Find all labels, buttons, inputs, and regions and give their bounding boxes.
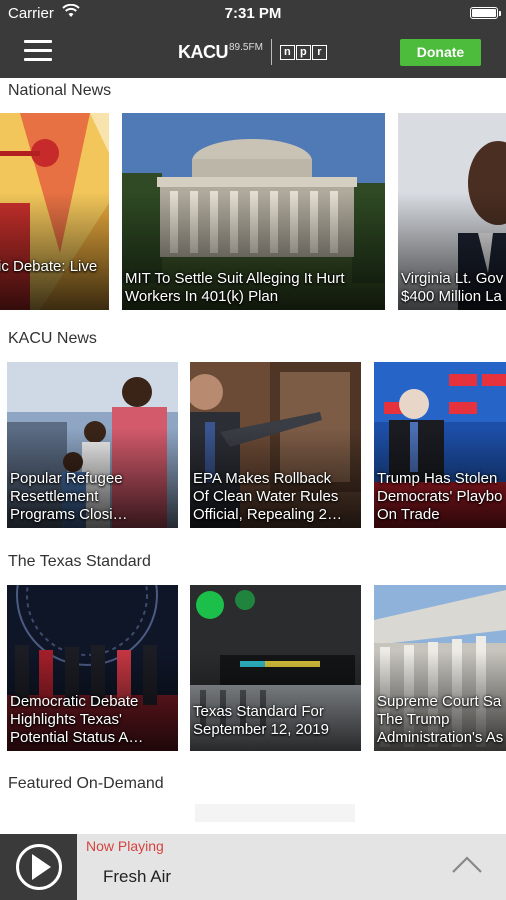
news-card[interactable]: EPA Makes Rollback Of Clean Water Rules …	[190, 362, 361, 528]
news-card-title: Democratic Debate	[10, 693, 139, 710]
news-card-title: September 12, 2019	[193, 721, 329, 738]
news-card-title: $400 Million La	[401, 288, 502, 305]
logo-text: KACU	[178, 41, 229, 62]
logo-frequency: 89.5FM	[229, 42, 263, 53]
donate-button[interactable]: Donate	[400, 39, 481, 66]
news-card-title: Programs Closi…	[10, 506, 128, 523]
news-card[interactable]: Democratic Debate Highlights Texas' Pote…	[7, 585, 178, 751]
news-card-title: Highlights Texas'	[10, 711, 122, 728]
news-card-title: Virginia Lt. Gov	[401, 270, 504, 287]
news-card-title: EPA Makes Rollback	[193, 470, 332, 487]
npr-letter: n	[279, 44, 295, 60]
now-playing-title: Fresh Air	[103, 867, 172, 886]
news-card-title: Potential Status A…	[10, 729, 144, 746]
status-bar: Carrier 7:31 PM	[0, 0, 506, 28]
status-time: 7:31 PM	[224, 5, 282, 22]
news-card-title: Of Clean Water Rules	[193, 488, 339, 505]
news-card-title: Popular Refugee	[10, 470, 123, 487]
chevron-up-icon[interactable]	[452, 854, 482, 874]
battery-icon	[470, 7, 501, 19]
section-title-national-news: National News	[8, 82, 112, 99]
station-logo: KACU 89.5FM n p r	[178, 39, 327, 65]
news-card-title: Official, Repealing 2…	[193, 506, 342, 523]
news-card[interactable]: ic Debate: Live	[0, 113, 109, 310]
news-card-title: Resettlement	[10, 488, 99, 505]
section-title-kacu-news: KACU News	[8, 330, 97, 347]
section-title-texas-standard: The Texas Standard	[8, 553, 151, 570]
news-card-title: Supreme Court Sa	[377, 693, 502, 710]
now-playing-bar[interactable]: Now Playing Fresh Air	[0, 834, 506, 900]
news-card-title: Trump Has Stolen	[377, 470, 498, 487]
news-card-title: Administration's As	[377, 729, 504, 746]
news-card-title: MIT To Settle Suit Alleging It Hurt	[125, 270, 345, 287]
npr-letter: r	[311, 44, 327, 60]
logo-divider	[270, 39, 272, 65]
app-header: Carrier 7:31 PM KACU 89.5FM n p r Donate	[0, 0, 506, 78]
featured-placeholder	[195, 804, 355, 822]
news-card[interactable]: Trump Has Stolen Democrats' Playbo On Tr…	[374, 362, 506, 528]
section-title-featured-on-demand: Featured On-Demand	[8, 775, 164, 792]
npr-logo: n p r	[279, 44, 327, 60]
news-card[interactable]: MIT To Settle Suit Alleging It Hurt Work…	[122, 113, 385, 310]
hamburger-menu-icon[interactable]	[24, 40, 52, 62]
news-card-title: Texas Standard For	[193, 703, 324, 720]
news-card-title: Workers In 401(k) Plan	[125, 288, 279, 305]
news-card[interactable]: Texas Standard For September 12, 2019	[190, 585, 361, 751]
news-card[interactable]: Virginia Lt. Gov $400 Million La	[398, 113, 506, 310]
news-card[interactable]: Popular Refugee Resettlement Programs Cl…	[7, 362, 178, 528]
news-card-title: The Trump	[377, 711, 450, 728]
npr-letter: p	[295, 44, 311, 60]
play-button[interactable]	[0, 834, 77, 900]
news-card-title: On Trade	[377, 506, 440, 523]
news-card[interactable]: Supreme Court Sa The Trump Administratio…	[374, 585, 506, 751]
now-playing-label: Now Playing	[86, 838, 164, 854]
news-card-title: ic Debate: Live	[0, 258, 98, 275]
news-card-title: Democrats' Playbo	[377, 488, 503, 505]
